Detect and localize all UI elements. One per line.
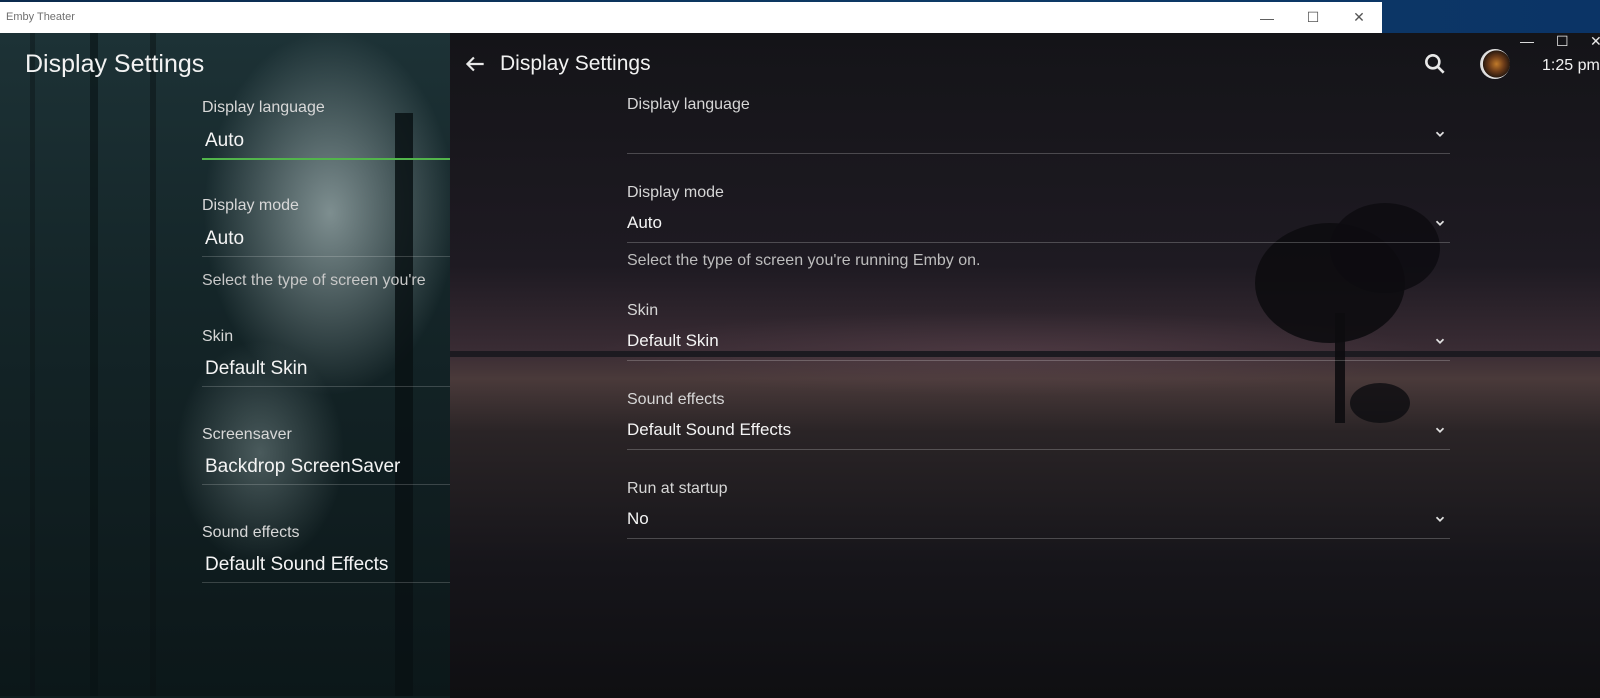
tree-trunk: [150, 33, 156, 696]
left-display-mode-underline: [202, 256, 450, 257]
display-language-select[interactable]: [627, 126, 1450, 148]
run-at-startup-underline: [627, 538, 1450, 539]
left-sound-effects-underline: [202, 582, 450, 583]
lake-tree-trunk: [1335, 313, 1345, 423]
display-mode-underline: [627, 242, 1450, 243]
left-page-title: Display Settings: [25, 50, 205, 78]
tree-trunk: [395, 113, 413, 696]
display-mode-label: Display mode: [627, 184, 724, 201]
window-titlebar[interactable]: Emby Theater — ☐ ✕: [0, 2, 1382, 34]
display-mode-description: Select the type of screen you're running…: [627, 252, 981, 269]
left-sound-effects-select[interactable]: Default Sound Effects: [205, 554, 388, 576]
chevron-down-icon: [1435, 220, 1445, 226]
lake-tree-bush: [1350, 383, 1410, 423]
horizon-line: [450, 351, 1600, 357]
search-icon[interactable]: [1422, 51, 1448, 77]
display-mode-select[interactable]: Auto: [627, 213, 662, 233]
chevron-down-icon: [1435, 131, 1445, 137]
tree-trunk: [90, 33, 98, 696]
maximize-button[interactable]: ☐: [1292, 2, 1334, 33]
tree-trunk: [30, 33, 35, 696]
left-display-language-select[interactable]: Auto: [205, 130, 244, 152]
left-screensaver-select[interactable]: Backdrop ScreenSaver: [205, 456, 400, 478]
window-title: Emby Theater: [6, 11, 75, 23]
lake-tree-crown: [1330, 203, 1440, 293]
chevron-down-icon: [1435, 427, 1445, 433]
skin-select[interactable]: Default Skin: [627, 331, 719, 351]
arrow-left-icon[interactable]: [462, 51, 488, 77]
display-language-underline: [627, 153, 1450, 154]
sound-effects-label: Sound effects: [627, 391, 725, 408]
left-display-language-label: Display language: [202, 99, 325, 116]
left-display-mode-description: Select the type of screen you're: [202, 272, 426, 289]
user-avatar[interactable]: [1480, 49, 1510, 79]
left-screensaver-label: Screensaver: [202, 426, 292, 443]
emby-app-window: — ☐ ✕ Display Settings 1:25 pm Display l…: [450, 33, 1600, 698]
left-display-mode-select[interactable]: Auto: [205, 228, 244, 250]
sound-effects-underline: [627, 449, 1450, 450]
left-sound-effects-label: Sound effects: [202, 524, 300, 541]
left-skin-label: Skin: [202, 328, 234, 345]
app-close-button[interactable]: ✕: [1590, 33, 1600, 50]
left-display-language-underline: [202, 158, 450, 160]
skin-underline: [627, 360, 1450, 361]
minimize-button[interactable]: —: [1246, 2, 1288, 33]
app-minimize-button[interactable]: —: [1520, 33, 1534, 49]
close-button[interactable]: ✕: [1338, 2, 1380, 33]
app-maximize-button[interactable]: ☐: [1556, 33, 1569, 50]
page-title: Display Settings: [500, 52, 651, 75]
chevron-down-icon: [1435, 516, 1445, 522]
run-at-startup-label: Run at startup: [627, 480, 728, 497]
sound-effects-select[interactable]: Default Sound Effects: [627, 420, 791, 440]
left-skin-select[interactable]: Default Skin: [205, 358, 307, 380]
run-at-startup-select[interactable]: No: [627, 509, 649, 529]
left-screensaver-underline: [202, 484, 450, 485]
display-language-label: Display language: [627, 96, 750, 113]
left-skin-underline: [202, 386, 450, 387]
left-display-mode-label: Display mode: [202, 197, 299, 214]
chevron-down-icon: [1435, 338, 1445, 344]
skin-label: Skin: [627, 302, 659, 319]
clock-text: 1:25 pm: [1542, 57, 1600, 74]
